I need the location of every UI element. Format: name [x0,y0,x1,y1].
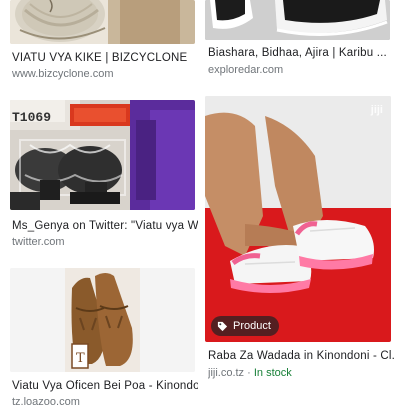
result-thumbnail-1[interactable] [10,0,195,44]
in-stock-label: In stock [253,367,292,379]
source-separator: · [244,367,254,379]
product-badge[interactable]: Product [211,316,279,336]
result-thumbnail-3[interactable]: T1069 [10,100,195,210]
result-card-3[interactable]: T1069 Ms_Genya on Twitter: "Viatu vya W.… [0,96,200,256]
result-source-2: exploredar.com [208,64,284,76]
result-card-5[interactable]: T Viatu Vya Oficen Bei Poa - Kinondo... … [0,264,200,408]
result-source-4: jiji.co.tz · In stock [208,367,394,379]
result-source-1: www.bizcyclone.com [12,68,114,80]
result-card-2[interactable]: Biashara, Bidhaa, Ajira | Karibu ... exp… [200,0,400,86]
pink-sneakers-image [205,96,391,342]
result-thumbnail-2[interactable] [205,0,390,40]
result-source-4-domain: jiji.co.tz [208,367,245,379]
result-thumbnail-5[interactable]: T [10,268,195,372]
result-title-5[interactable]: Viatu Vya Oficen Bei Poa - Kinondo... [12,380,198,392]
sneaker-pair-image [205,0,390,40]
result-card-1[interactable]: VIATU VYA KIKE | BIZCYCLONE www.bizcyclo… [0,0,200,86]
tag-icon [217,321,228,331]
result-source-5: tz.loazoo.com [12,396,80,408]
result-title-1[interactable]: VIATU VYA KIKE | BIZCYCLONE [12,52,198,64]
box-label-text: T1069 [12,110,52,125]
result-thumbnail-4[interactable]: jiji Product [205,96,391,342]
result-title-3[interactable]: Ms_Genya on Twitter: "Viatu vya W... [12,220,198,232]
result-title-2[interactable]: Biashara, Bidhaa, Ajira | Karibu ... [208,47,394,59]
result-source-3: twitter.com [12,236,65,248]
product-badge-label: Product [233,320,271,332]
svg-text:T: T [76,351,85,366]
loafer-shoes-image: T [10,268,195,372]
result-card-4[interactable]: jiji Product Raba Za Wadada in Kinondoni… [200,96,400,386]
result-title-4[interactable]: Raba Za Wadada in Kinondoni - Cl... [208,350,394,362]
woven-shoe-image [10,0,195,44]
watermark-text: jiji [370,104,383,116]
